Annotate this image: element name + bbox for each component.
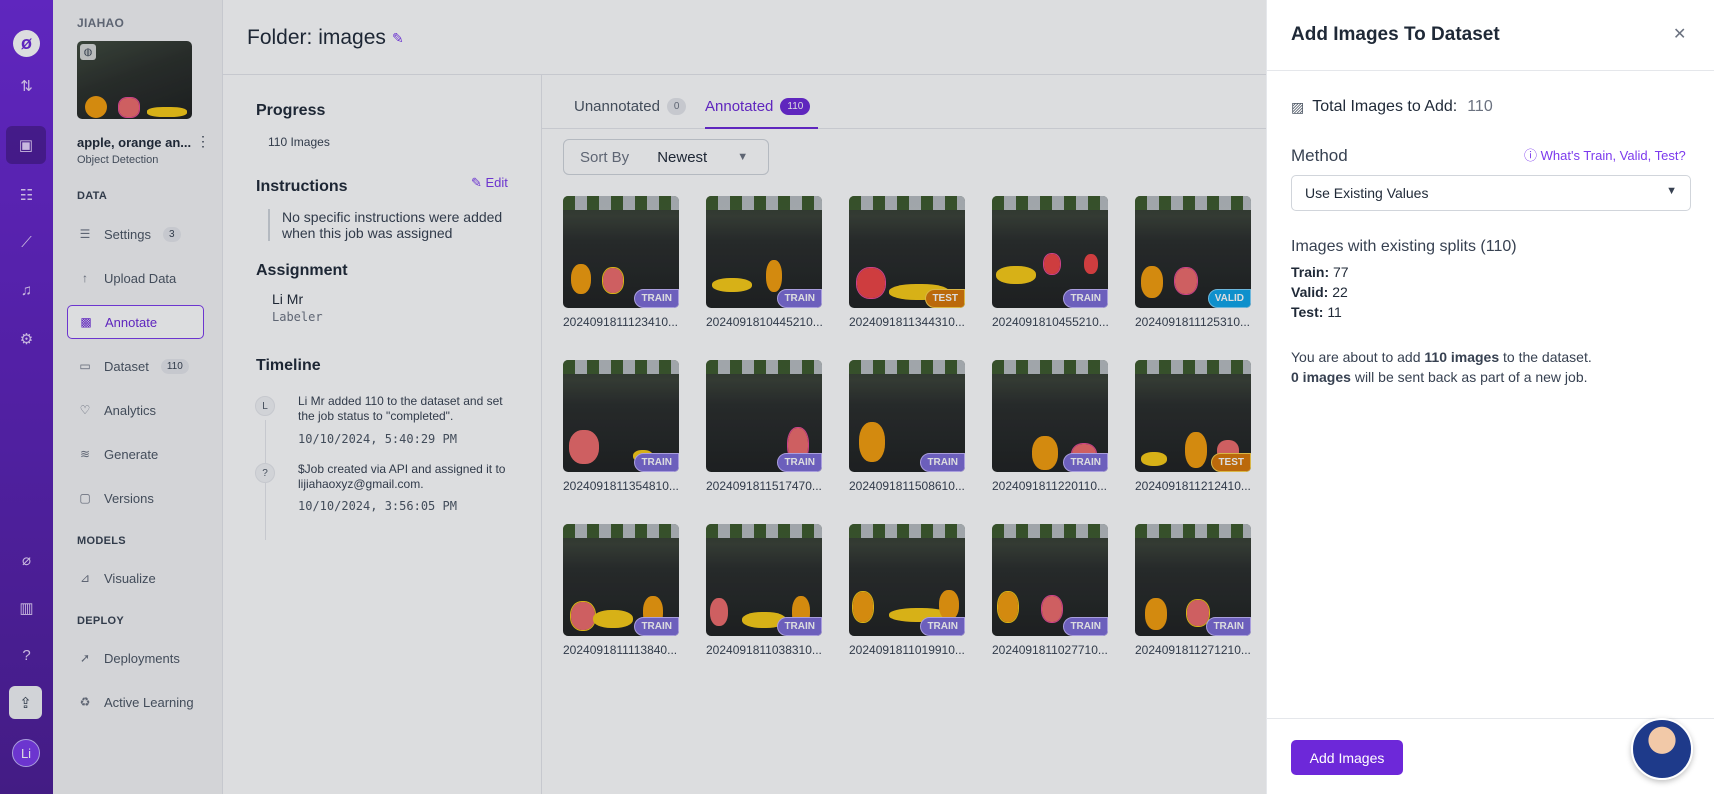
- help-circle-icon: ⓘ: [1524, 148, 1541, 163]
- split-value: 22: [1332, 284, 1348, 300]
- image-icon: ▨: [1291, 98, 1305, 115]
- drawer-title: Add Images To Dataset: [1291, 24, 1500, 45]
- split-test: Test: 11: [1291, 304, 1342, 320]
- help-link-text: What's Train, Valid, Test?: [1540, 148, 1686, 163]
- msg-text: to the dataset.: [1499, 349, 1592, 365]
- support-chat-avatar[interactable]: [1631, 718, 1693, 780]
- split-train: Train: 77: [1291, 264, 1349, 280]
- add-images-drawer: Add Images To Dataset ✕ ▨ Total Images t…: [1266, 0, 1714, 794]
- msg-bold: 110 images: [1424, 349, 1500, 365]
- splits-heading: Images with existing splits (110): [1291, 238, 1517, 255]
- total-value: 110: [1467, 98, 1493, 115]
- method-select[interactable]: Use Existing Values ▼: [1291, 175, 1691, 211]
- method-value: Use Existing Values: [1305, 185, 1429, 201]
- summary-message-1: You are about to add 110 images to the d…: [1291, 349, 1592, 365]
- help-link[interactable]: ⓘ What's Train, Valid, Test?: [1524, 145, 1686, 164]
- split-label: Valid:: [1291, 284, 1329, 300]
- msg-text: You are about to add: [1291, 349, 1425, 365]
- close-icon[interactable]: ✕: [1673, 24, 1686, 44]
- total-images: ▨ Total Images to Add: 110: [1291, 98, 1493, 116]
- split-label: Train:: [1291, 264, 1330, 280]
- drawer-header: Add Images To Dataset ✕: [1267, 0, 1714, 71]
- summary-message-2: 0 images will be sent back as part of a …: [1291, 369, 1588, 385]
- main-area: Folder: images ✎ Progress 110 Images Ins…: [0, 0, 1266, 794]
- method-label: Method: [1291, 146, 1348, 165]
- overlay-backdrop[interactable]: [0, 0, 1266, 794]
- msg-bold: 0 images: [1291, 369, 1351, 385]
- split-valid: Valid: 22: [1291, 284, 1348, 300]
- chevron-down-icon: ▼: [1666, 185, 1677, 197]
- split-value: 11: [1327, 304, 1342, 320]
- msg-text: will be sent back as part of a new job.: [1350, 369, 1588, 385]
- split-value: 77: [1333, 264, 1349, 280]
- total-label: Total Images to Add:: [1312, 98, 1458, 115]
- split-label: Test:: [1291, 304, 1324, 320]
- add-images-button[interactable]: Add Images: [1291, 740, 1403, 775]
